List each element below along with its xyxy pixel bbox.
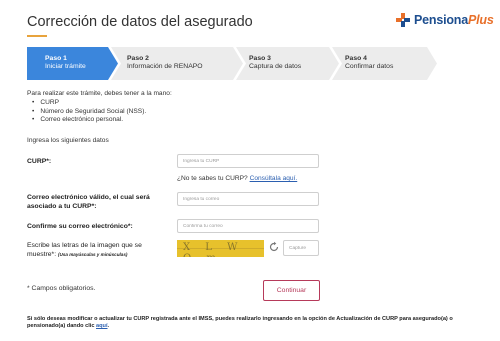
required-fields-note: * Campos obligatorios. [27,285,96,292]
curp-update-link[interactable]: aquí [96,323,108,329]
instruction-text: Ingresa los siguientes datos [27,137,109,144]
step-4: Paso 4 Confirmar datos [345,55,394,71]
curp-label: CURP*: [27,158,52,165]
curp-input[interactable] [177,154,319,168]
logo-cross-icon [396,13,410,27]
progress-stepper: Paso 1 Iniciar trámite Paso 2 Informació… [27,47,473,80]
email-input[interactable] [177,192,319,206]
captcha-image: X L W O m [177,240,264,257]
captcha-input[interactable] [283,240,319,256]
captcha-hint: (Usa mayúsculas y minúsculas) [57,251,128,257]
title-underline [27,35,47,37]
email-label: Correo electrónico válido, el cual será … [27,194,150,210]
logo-text: PensionaPlus [414,13,494,27]
pensiona-plus-logo: PensionaPlus [396,10,494,30]
page-title: Corrección de datos del asegurado [27,14,253,30]
refresh-captcha-icon[interactable] [268,241,280,253]
step-3: Paso 3 Captura de datos [249,55,302,71]
confirm-email-label: Confirme su correo electrónico*: [27,223,133,230]
requirement-curp: CURP [32,99,146,108]
confirm-email-input[interactable] [177,219,319,233]
captcha-text: X L W O m [183,242,244,257]
requirements-list: CURP Número de Seguridad Social (NSS). C… [32,99,146,125]
curp-help: ¿No te sabes tu CURP? Consúltala aquí. [177,175,298,182]
continue-button[interactable]: Continuar [263,280,320,301]
intro-text: Para realizar este trámite, debes tener … [27,90,172,97]
requirement-email: Correo electrónico personal. [32,116,146,125]
step-1: Paso 1 Iniciar trámite [45,55,86,71]
footer-note: Si sólo deseas modificar o actualizar tu… [27,316,453,330]
requirement-nss: Número de Seguridad Social (NSS). [32,108,146,117]
step-2: Paso 2 Información de RENAPO [127,55,203,71]
curp-lookup-link[interactable]: Consúltala aquí. [250,175,298,182]
captcha-label: Escribe las letras de la imagen que se m… [27,242,142,258]
